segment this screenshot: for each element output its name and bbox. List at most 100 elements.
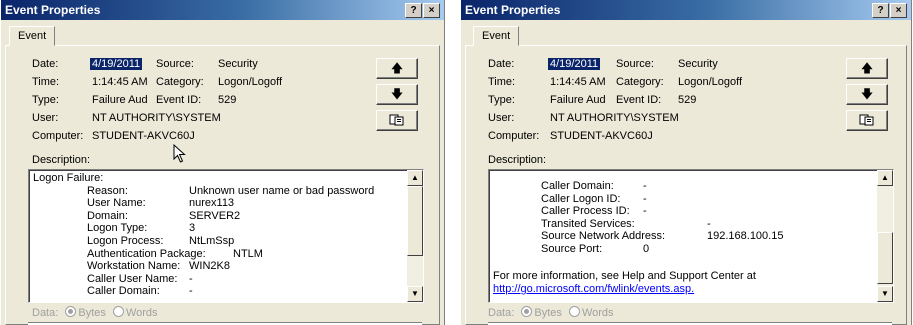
- user-value: NT AUTHORITY\SYSTEM: [92, 112, 221, 124]
- date-value[interactable]: 4/19/2011: [90, 58, 143, 70]
- help-link[interactable]: http://go.microsoft.com/fwlink/events.as…: [493, 283, 694, 295]
- help-button[interactable]: ?: [405, 3, 422, 18]
- previous-event-button[interactable]: 🡅: [846, 58, 888, 79]
- words-radio[interactable]: [568, 306, 580, 317]
- category-value: Logon/Logoff: [678, 76, 743, 88]
- tab-event[interactable]: Event: [473, 26, 520, 46]
- description-line-value: -: [707, 217, 711, 230]
- description-line-label: Caller Domain:: [541, 180, 614, 192]
- words-label: Words: [581, 307, 614, 319]
- data-label: Data:: [32, 307, 59, 319]
- description-line-value: WIN2K8: [189, 260, 230, 273]
- description-line-label: Reason:: [87, 184, 128, 197]
- copy-icon: [389, 114, 404, 126]
- description-line-label: Caller User Name:: [87, 272, 178, 285]
- data-label: Data:: [488, 307, 515, 319]
- mouse-pointer-icon: [173, 144, 186, 163]
- bytes-label: Bytes: [534, 307, 562, 319]
- time-label: Time:: [32, 76, 60, 88]
- event-id-value: 529: [218, 94, 237, 106]
- description-line-value: 3: [189, 222, 196, 235]
- previous-event-button[interactable]: 🡅: [376, 58, 418, 79]
- scroll-thumb[interactable]: [407, 186, 423, 256]
- description-label: Description:: [32, 154, 91, 166]
- description-line-value: -: [189, 285, 193, 298]
- description-line-label: Authentication Package:: [87, 247, 206, 260]
- close-button[interactable]: ×: [423, 3, 440, 18]
- data-format-row: Data: Bytes Words: [32, 306, 158, 319]
- description-line-value: -: [189, 272, 193, 285]
- description-box[interactable]: Logon Failure: Reason: Unknown user name o…: [28, 169, 424, 303]
- copy-button[interactable]: [846, 110, 888, 131]
- description-line-label: Caller Domain:: [87, 285, 160, 298]
- description-scrollbar[interactable]: ▲ ▼: [877, 170, 893, 302]
- bytes-radio[interactable]: [521, 306, 533, 317]
- computer-label: Computer:: [488, 130, 540, 142]
- scroll-down-icon[interactable]: ▼: [407, 286, 423, 302]
- description-line-label: Transited Services:: [541, 217, 635, 230]
- next-event-button[interactable]: 🡇: [376, 84, 418, 105]
- description-line-label: Workstation Name:: [87, 260, 181, 273]
- help-footer-text: For more information, see Help and Suppo…: [493, 270, 756, 282]
- description-line-value: 0: [643, 242, 650, 255]
- source-value: Security: [218, 58, 258, 70]
- computer-label: Computer:: [32, 130, 84, 142]
- description-label: Description:: [488, 154, 547, 166]
- description-line-value: -: [643, 192, 647, 205]
- type-label: Type:: [488, 94, 515, 106]
- event-properties-window-left: Event Properties ? × Event Date: 4/19/20…: [0, 0, 445, 325]
- window-title: Event Properties: [465, 3, 561, 17]
- description-line-label: Logon Failure:: [33, 172, 104, 184]
- description-line-value: -: [643, 205, 647, 217]
- scroll-down-icon[interactable]: ▼: [877, 286, 893, 302]
- tab-event[interactable]: Event: [9, 26, 56, 46]
- source-label: Source:: [156, 58, 194, 70]
- date-value[interactable]: 4/19/2011: [548, 58, 601, 70]
- description-scrollbar[interactable]: ▲ ▼: [407, 170, 423, 302]
- description-line-label: Source Port:: [541, 242, 603, 255]
- words-radio[interactable]: [112, 306, 124, 317]
- date-label: Date:: [488, 58, 515, 70]
- category-label: Category:: [156, 76, 204, 88]
- source-value: Security: [678, 58, 718, 70]
- description-line-label: Caller Process ID:: [541, 205, 630, 217]
- help-button[interactable]: ?: [872, 3, 889, 18]
- description-line-value: -: [643, 180, 647, 192]
- computer-value: STUDENT-AKVC60J: [550, 130, 653, 142]
- description-line-label: Domain:: [87, 209, 128, 222]
- scroll-up-icon[interactable]: ▲: [877, 170, 893, 186]
- date-label: Date:: [32, 58, 59, 70]
- up-arrow-icon: 🡅: [860, 61, 874, 75]
- type-label: Type:: [32, 94, 59, 106]
- next-event-button[interactable]: 🡇: [846, 84, 888, 105]
- bytes-label: Bytes: [78, 307, 106, 319]
- tab-event-label: Event: [482, 30, 511, 42]
- computer-value: STUDENT-AKVC60J: [92, 130, 195, 142]
- event-properties-window-right: Event Properties ? × Event Date: 4/19/20…: [460, 0, 912, 325]
- scroll-thumb[interactable]: [877, 232, 893, 284]
- time-label: Time:: [488, 76, 516, 88]
- tab-event-label: Event: [18, 30, 47, 42]
- source-label: Source:: [616, 58, 654, 70]
- category-label: Category:: [616, 76, 664, 88]
- copy-button[interactable]: [376, 110, 418, 131]
- bytes-radio[interactable]: [65, 306, 77, 317]
- event-id-label: Event ID:: [616, 94, 662, 106]
- event-id-value: 529: [678, 94, 697, 106]
- type-value: Failure Aud: [550, 94, 606, 106]
- type-value: Failure Aud: [92, 94, 148, 106]
- description-line-value: Unknown user name or bad password: [189, 184, 375, 197]
- title-bar[interactable]: Event Properties ? ×: [1, 0, 444, 20]
- window-title: Event Properties: [5, 3, 101, 17]
- time-value: 1:14:45 AM: [92, 76, 148, 88]
- description-line-value: SERVER2: [189, 209, 241, 222]
- description-line-value: NTLM: [233, 247, 263, 260]
- title-bar[interactable]: Event Properties ? ×: [461, 0, 911, 20]
- scroll-up-icon[interactable]: ▲: [407, 170, 423, 186]
- event-panel: Date: 4/19/2011 Source: Security Time: 1…: [5, 45, 440, 325]
- description-box[interactable]: Caller Domain: - Caller Logon ID: - Caller P…: [488, 169, 894, 303]
- time-value: 1:14:45 AM: [550, 76, 606, 88]
- close-button[interactable]: ×: [890, 3, 907, 18]
- data-format-row: Data: Bytes Words: [488, 306, 614, 319]
- up-arrow-icon: 🡅: [390, 61, 404, 75]
